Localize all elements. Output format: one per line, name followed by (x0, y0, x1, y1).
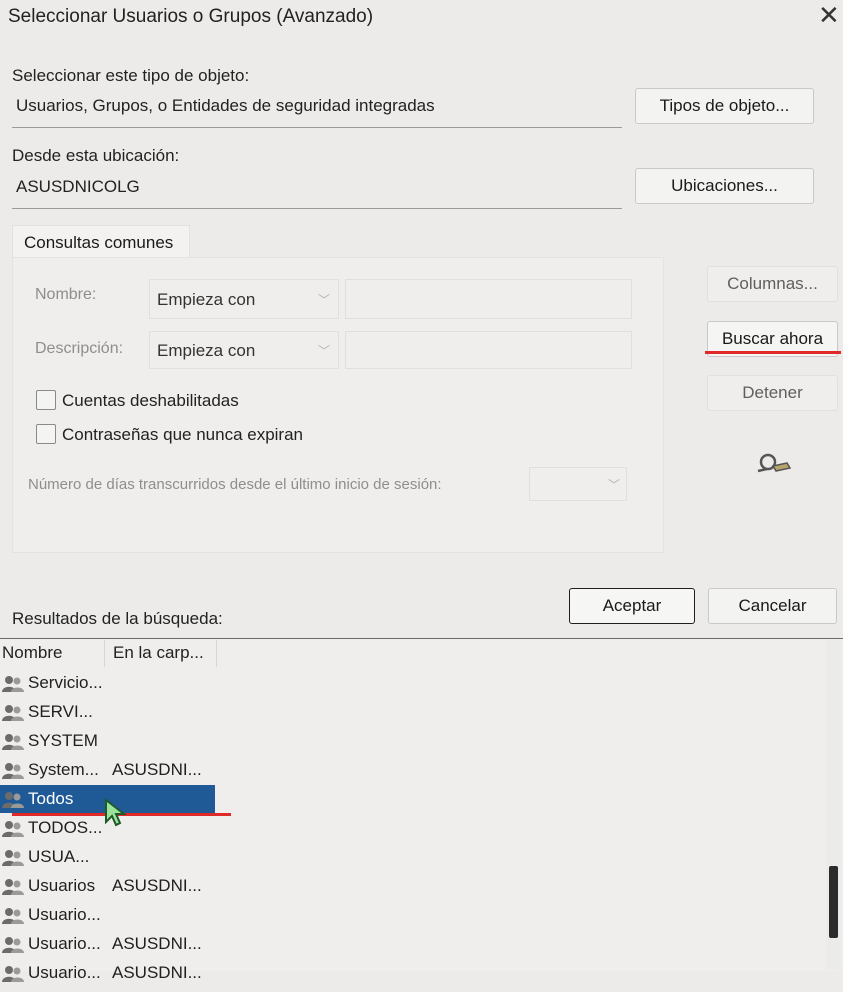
table-row[interactable]: Usuario... ASUSDNI... (0, 959, 215, 987)
column-separator[interactable] (216, 640, 217, 667)
description-filter-input[interactable] (345, 331, 632, 369)
table-row[interactable]: Usuarios ASUSDNI... (0, 872, 215, 900)
table-row[interactable]: Servicio... (0, 669, 215, 697)
row-name: Servicio... (28, 673, 103, 692)
group-users-icon (2, 790, 24, 808)
table-row[interactable]: Usuario... (0, 901, 215, 929)
row-name: USUA... (28, 847, 90, 866)
search-person-icon (754, 449, 794, 481)
group-users-icon (2, 848, 24, 866)
table-row[interactable]: SYSTEM (0, 727, 215, 755)
group-users-icon (2, 819, 24, 837)
row-name: TODOS... (28, 818, 103, 837)
group-users-icon (2, 732, 24, 750)
name-operator-value: Empieza con (157, 290, 256, 309)
row-name: SERVI... (28, 702, 93, 721)
row-name: Todos (28, 789, 74, 808)
window-title: Seleccionar Usuarios o Grupos (Avanzado) (8, 6, 374, 27)
name-filter-label: Nombre: (35, 286, 97, 303)
column-header-folder[interactable]: En la carp... (113, 643, 204, 663)
locations-button[interactable]: Ubicaciones... (635, 168, 814, 204)
row-folder: ASUSDNI... (112, 760, 202, 779)
group-users-icon (2, 906, 24, 924)
object-type-label: Seleccionar este tipo de objeto: (12, 66, 250, 85)
cancel-button[interactable]: Cancelar (708, 588, 837, 624)
column-header-name[interactable]: Nombre (2, 643, 62, 663)
location-underline (12, 208, 622, 209)
location-value: ASUSDNICOLG (16, 177, 140, 196)
search-results-label: Resultados de la búsqueda: (12, 609, 223, 628)
column-separator[interactable] (104, 640, 105, 667)
row-name: System... (28, 760, 99, 779)
object-type-underline (12, 127, 622, 128)
group-users-icon (2, 703, 24, 721)
non-expiring-passwords-checkbox[interactable] (36, 424, 56, 444)
object-type-value: Usuarios, Grupos, o Entidades de segurid… (16, 96, 435, 115)
row-name: Usuarios (28, 876, 96, 895)
row-folder: ASUSDNI... (112, 963, 202, 982)
table-row[interactable]: USUA... (0, 843, 215, 871)
group-users-icon (2, 964, 24, 982)
row-name: SYSTEM (28, 731, 98, 750)
description-filter-label: Descripción: (35, 340, 124, 357)
chevron-down-icon: ﹀ (318, 293, 331, 307)
name-operator-combo[interactable]: Empieza con ﹀ (149, 279, 339, 319)
results-scrollbar-thumb[interactable] (829, 866, 838, 938)
days-since-logon-label: Número de días transcurridos desde el úl… (28, 476, 442, 493)
name-filter-input[interactable] (345, 279, 632, 319)
disabled-accounts-checkbox[interactable] (36, 390, 56, 410)
group-users-icon (2, 674, 24, 692)
row-name: Usuario... (28, 934, 101, 953)
row-folder: ASUSDNI... (112, 934, 202, 953)
location-label: Desde esta ubicación: (12, 146, 180, 165)
disabled-accounts-label: Cuentas deshabilitadas (62, 391, 239, 410)
stop-button[interactable]: Detener (707, 375, 838, 411)
object-types-button[interactable]: Tipos de objeto... (635, 88, 814, 124)
row-name: Usuario... (28, 963, 101, 982)
table-row[interactable]: System... ASUSDNI... (0, 756, 215, 784)
days-since-logon-combo[interactable]: ﹀ (529, 467, 627, 501)
row-name: Usuario... (28, 905, 101, 924)
group-users-icon (2, 877, 24, 895)
chevron-down-icon: ﹀ (318, 344, 331, 358)
non-expiring-passwords-label: Contraseñas que nunca expiran (62, 425, 303, 444)
chevron-down-icon: ﹀ (608, 478, 621, 492)
description-operator-value: Empieza con (157, 341, 256, 360)
mouse-cursor-icon (104, 797, 128, 828)
table-row[interactable]: Usuario... ASUSDNI... (0, 930, 215, 958)
ok-button[interactable]: Aceptar (569, 588, 695, 624)
tab-common-queries[interactable]: Consultas comunes (12, 225, 190, 258)
description-operator-combo[interactable]: Empieza con ﹀ (149, 331, 339, 369)
close-icon[interactable]: ✕ (818, 0, 840, 31)
columns-button[interactable]: Columnas... (707, 266, 838, 302)
row-folder: ASUSDNI... (112, 876, 202, 895)
group-users-icon (2, 761, 24, 779)
group-users-icon (2, 935, 24, 953)
table-row[interactable]: SERVI... (0, 698, 215, 726)
annotation-underline (705, 351, 841, 354)
